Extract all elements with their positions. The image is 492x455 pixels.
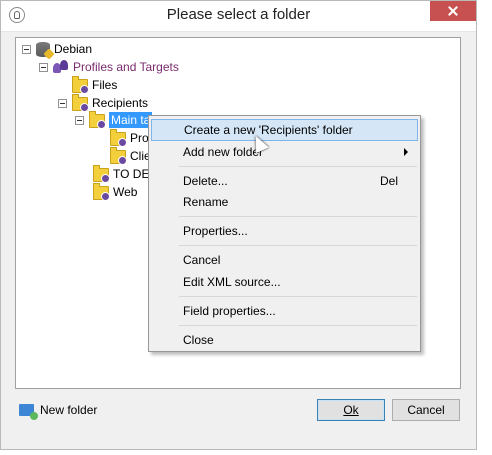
menu-separator [179,325,417,326]
submenu-arrow-icon [404,148,408,156]
context-menu: Create a new 'Recipients' folder Add new… [148,115,421,352]
tree-node-files[interactable]: Files [58,76,117,94]
menu-label: Cancel [183,253,221,267]
tree-node-recipients[interactable]: Recipients [58,94,148,112]
menu-separator [179,216,417,217]
title-bar: Please select a folder [1,1,476,32]
collapse-icon[interactable] [75,115,84,125]
menu-separator [179,166,417,167]
tree-node-web[interactable]: Web [79,183,137,201]
tree-label: Pro [130,131,149,145]
menu-item-close[interactable]: Close [151,329,418,351]
tree-label: Files [92,78,118,92]
tree-node-debian[interactable]: Debian [22,40,92,58]
menu-item-edit-xml[interactable]: Edit XML source... [151,271,418,293]
menu-shortcut: Del [379,174,398,188]
database-icon [36,41,50,57]
folder-icon [110,147,127,165]
tree-label: Profiles and Targets [73,60,179,74]
folder-icon [93,165,110,183]
menu-label: Create a new 'Recipients' folder [184,123,353,137]
tree-label: Web [113,185,138,199]
menu-item-rename[interactable]: Rename [151,191,418,213]
close-icon[interactable] [430,1,476,21]
menu-separator [179,296,417,297]
new-folder-icon [19,404,38,420]
menu-item-add-new-folder[interactable]: Add new folder [151,141,418,163]
tree-label: Recipients [92,96,149,110]
tree-node-cli[interactable]: Clie [96,147,151,165]
tree-node-todel[interactable]: TO DEL [79,165,156,183]
folder-icon [89,111,106,129]
menu-item-field-properties[interactable]: Field properties... [151,300,418,322]
new-folder-link[interactable]: New folder [19,403,98,420]
folder-icon [72,94,89,112]
people-icon [53,60,69,74]
cancel-label: Cancel [407,403,445,417]
tree-label: Main ta [109,112,153,128]
menu-label: Delete... [183,174,228,188]
tree-label: Debian [54,42,93,56]
new-folder-label: New folder [40,403,98,417]
dialog-title: Please select a folder [166,6,311,23]
collapse-icon[interactable] [39,62,48,72]
menu-item-create-folder[interactable]: Create a new 'Recipients' folder [151,119,418,141]
tree-node-main[interactable]: Main ta [75,111,153,129]
folder-icon [110,129,127,147]
menu-label: Rename [183,195,229,209]
menu-label: Close [183,333,214,347]
folder-icon [93,183,110,201]
menu-item-cancel[interactable]: Cancel [151,249,418,271]
menu-label: Add new folder [183,145,264,159]
ok-label: Ok [343,403,359,417]
menu-separator [179,245,417,246]
menu-item-properties[interactable]: Properties... [151,220,418,242]
menu-label: Properties... [183,224,248,238]
tree-node-pro[interactable]: Pro [96,129,149,147]
folder-icon [72,76,89,94]
menu-label: Edit XML source... [183,275,281,289]
menu-label: Field properties... [183,304,276,318]
tree-node-profiles[interactable]: Profiles and Targets [39,58,179,76]
cancel-button[interactable]: Cancel [392,399,460,421]
collapse-icon[interactable] [22,44,31,54]
menu-item-delete[interactable]: Delete... Del [151,170,418,192]
collapse-icon[interactable] [58,98,67,108]
ok-button[interactable]: Ok [317,399,385,421]
